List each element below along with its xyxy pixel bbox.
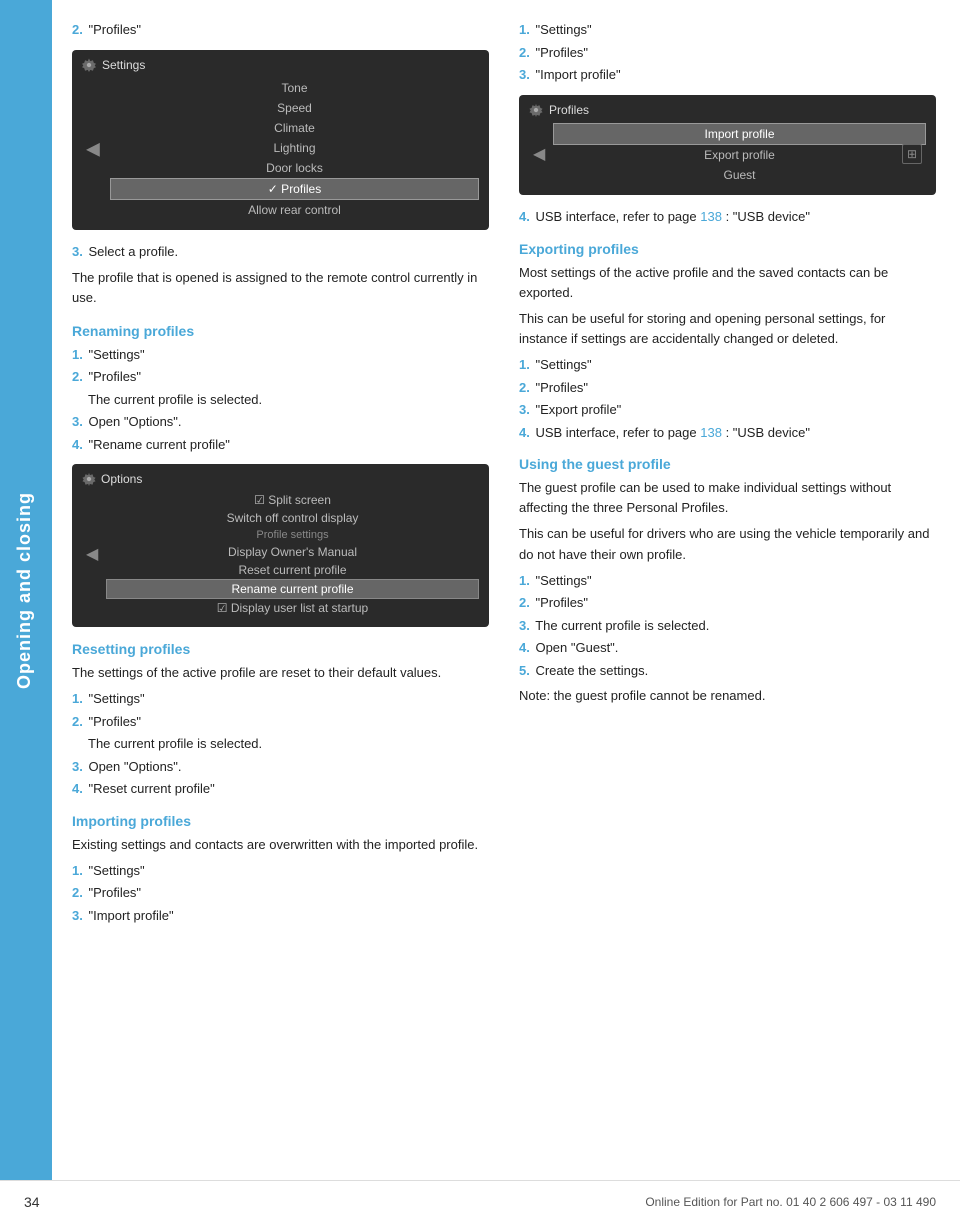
settings-title: Settings: [102, 58, 145, 72]
import-right-step2: 2. "Profiles": [519, 43, 936, 63]
options-profile-settings: Profile settings: [106, 527, 479, 543]
guest-title: Using the guest profile: [519, 456, 936, 472]
exporting-step4: 4. USB interface, refer to page 138 : "U…: [519, 423, 936, 443]
options-screen-mockup: Options ◀ Split screen Switch off contro…: [72, 464, 489, 627]
exporting-title: Exporting profiles: [519, 241, 936, 257]
exporting-step3: 3. "Export profile": [519, 400, 936, 420]
guest-step4: 4. Open "Guest".: [519, 638, 936, 658]
options-switch-off: Switch off control display: [106, 509, 479, 527]
options-reset-profile: Reset current profile: [106, 561, 479, 579]
options-title: Options: [101, 472, 142, 486]
page-number: 34: [24, 1194, 40, 1210]
importing-step1: 1. "Settings": [72, 861, 489, 881]
options-header: Options: [82, 472, 479, 486]
step3-text: 3. Select a profile.: [72, 242, 489, 262]
profiles-gear-icon: [529, 103, 543, 117]
resetting-step3: 3. Open "Options".: [72, 757, 489, 777]
guest-step5: 5. Create the settings.: [519, 661, 936, 681]
import-right-step3: 3. "Import profile": [519, 65, 936, 85]
menu-speed: Speed: [110, 98, 479, 118]
importing-step3: 3. "Import profile": [72, 906, 489, 926]
importing-title: Importing profiles: [72, 813, 489, 829]
menu-climate: Climate: [110, 118, 479, 138]
resetting-step2: 2. "Profiles": [72, 712, 489, 732]
profiles-screen-title: Profiles: [549, 103, 589, 117]
renaming-step1: 1. "Settings": [72, 345, 489, 365]
options-split-screen: Split screen: [106, 491, 479, 509]
guest-desc2: This can be useful for drivers who are u…: [519, 524, 936, 564]
resetting-step1: 1. "Settings": [72, 689, 489, 709]
options-gear-icon: [82, 472, 96, 486]
renaming-steps: 1. "Settings" 2. "Profiles" The current …: [72, 345, 489, 455]
resetting-step2-desc: The current profile is selected.: [88, 734, 489, 754]
exporting-page-ref: 138: [700, 425, 722, 440]
options-display-user-list: Display user list at startup: [106, 599, 479, 617]
exporting-desc1: Most settings of the active profile and …: [519, 263, 936, 303]
step2-label: "Profiles": [88, 22, 141, 37]
guest-step3: 3. The current profile is selected.: [519, 616, 936, 636]
options-rename-profile: Rename current profile: [106, 579, 479, 599]
settings-screen-mockup: Settings ◀ Tone Speed Climate Lighting D…: [72, 50, 489, 230]
guest-steps: 1. "Settings" 2. "Profiles" 3. The curre…: [519, 571, 936, 681]
guest-note: Note: the guest profile cannot be rename…: [519, 686, 936, 706]
exporting-desc2: This can be useful for storing and openi…: [519, 309, 936, 349]
resetting-desc: The settings of the active profile are r…: [72, 663, 489, 683]
renaming-step4: 4. "Rename current profile": [72, 435, 489, 455]
step3-label: Select a profile.: [88, 244, 178, 259]
guest-desc1: The guest profile can be used to make in…: [519, 478, 936, 518]
right-column: 1. "Settings" 2. "Profiles" 3. "Import p…: [519, 20, 936, 931]
sidebar: Opening and closing: [0, 0, 48, 1180]
options-display-manual: Display Owner's Manual: [106, 543, 479, 561]
blue-divider: [48, 0, 52, 1180]
profiles-screen-mockup: Profiles ◀ Import profile Export profile…: [519, 95, 936, 195]
exporting-step2: 2. "Profiles": [519, 378, 936, 398]
menu-rear-control: Allow rear control: [110, 200, 479, 220]
importing-steps: 1. "Settings" 2. "Profiles" 3. "Import p…: [72, 861, 489, 926]
import-right-steps: 1. "Settings" 2. "Profiles" 3. "Import p…: [519, 20, 936, 85]
intro-step2: 2. "Profiles": [72, 20, 489, 40]
sidebar-label: Opening and closing: [14, 491, 35, 688]
profiles-screen-header: Profiles: [529, 103, 926, 117]
exporting-steps: 1. "Settings" 2. "Profiles" 3. "Export p…: [519, 355, 936, 442]
guest-step2: 2. "Profiles": [519, 593, 936, 613]
guest-item: Guest: [553, 165, 926, 185]
step2-num: 2.: [72, 22, 83, 37]
menu-lighting: Lighting: [110, 138, 479, 158]
import-page-ref: 138: [700, 209, 722, 224]
import-right-step1: 1. "Settings": [519, 20, 936, 40]
resetting-step4: 4. "Reset current profile": [72, 779, 489, 799]
menu-tone: Tone: [110, 78, 479, 98]
step3-desc: The profile that is opened is assigned t…: [72, 268, 489, 308]
renaming-step2-desc: The current profile is selected.: [88, 390, 489, 410]
exporting-step1: 1. "Settings": [519, 355, 936, 375]
import-profile-item: Import profile: [553, 123, 926, 145]
settings-screen-header: Settings: [82, 58, 479, 72]
gear-icon: [82, 58, 96, 72]
left-column: 2. "Profiles" Settings ◀ Tone Speed Clim…: [72, 20, 489, 931]
guest-step1: 1. "Settings": [519, 571, 936, 591]
menu-doorlocks: Door locks: [110, 158, 479, 178]
bottom-bar: 34 Online Edition for Part no. 01 40 2 6…: [0, 1180, 960, 1222]
resetting-steps: 1. "Settings" 2. "Profiles" The current …: [72, 689, 489, 799]
renaming-title: Renaming profiles: [72, 323, 489, 339]
export-profile-item: Export profile: [553, 145, 926, 165]
renaming-step3: 3. Open "Options".: [72, 412, 489, 432]
step3-num: 3.: [72, 244, 83, 259]
menu-profiles: ✓ Profiles: [110, 178, 479, 200]
resetting-title: Resetting profiles: [72, 641, 489, 657]
importing-step2: 2. "Profiles": [72, 883, 489, 903]
importing-desc: Existing settings and contacts are overw…: [72, 835, 489, 855]
renaming-step2: 2. "Profiles": [72, 367, 489, 387]
footer-text: Online Edition for Part no. 01 40 2 606 …: [645, 1195, 936, 1209]
import-step4: 4. USB interface, refer to page 138 : "U…: [519, 207, 936, 227]
